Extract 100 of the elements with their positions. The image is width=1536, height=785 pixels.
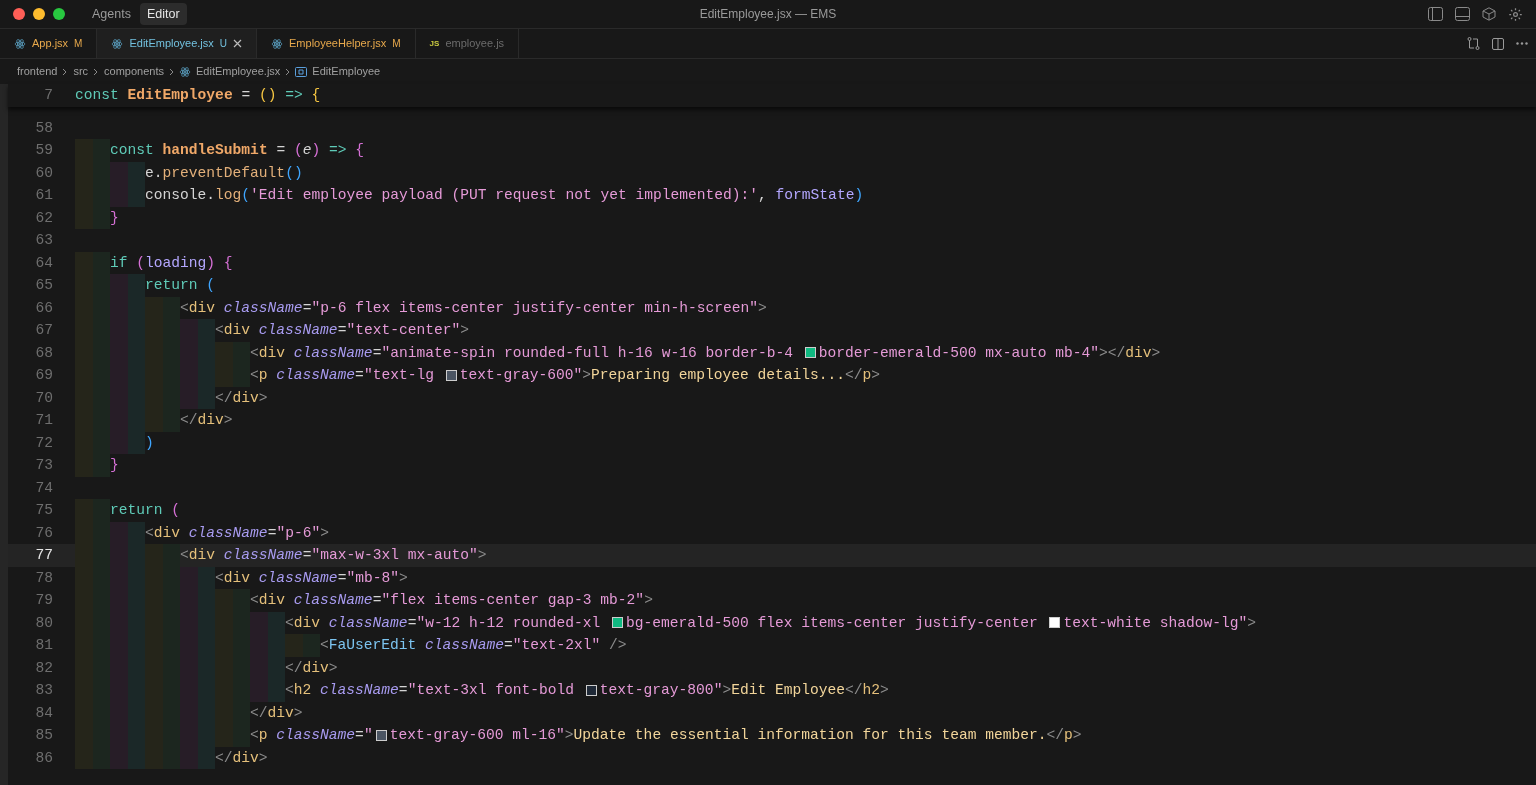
code-text: return ( (110, 501, 181, 520)
code-text: </div> (215, 748, 268, 768)
line-number: 72 (34, 433, 53, 453)
code-text: <div className="p-6"> (145, 523, 329, 543)
chevron-right-icon (93, 67, 100, 76)
react-icon (111, 37, 124, 50)
split-editor-icon[interactable] (1492, 37, 1504, 50)
code-text: text-gray-800">Edit Employee</h2> (599, 681, 889, 700)
code-text: } (110, 208, 119, 228)
chevron-right-icon (285, 67, 292, 76)
minimize-window-button[interactable] (33, 8, 45, 20)
line-number: 7 (43, 86, 53, 105)
line-number: 62 (34, 208, 53, 228)
compare-changes-icon[interactable] (1467, 37, 1480, 50)
js-file-icon: JS (429, 37, 440, 50)
code-text: bg-emerald-500 flex items-center justify-center (626, 613, 1039, 633)
code-text: console.log('Edit employee payload (PUT request not yet implemented):', formState) (145, 186, 864, 205)
code-text: </div> (180, 411, 233, 430)
zoom-window-button[interactable] (53, 8, 65, 20)
close-window-button[interactable] (13, 8, 25, 20)
code-text: <div className="w-12 h-12 rounded-xl (285, 613, 602, 633)
breadcrumb-item[interactable]: src (72, 63, 90, 80)
file-tab[interactable]: EditEmployee.jsx U (97, 29, 258, 58)
code-text: ) (145, 433, 154, 453)
breadcrumb-item[interactable]: frontend (16, 63, 59, 80)
window-title: EditEmployee.jsx — EMS (699, 6, 837, 23)
chevron-right-icon (169, 67, 175, 76)
code-text: <div className="flex items-center gap-3 mb-2"> (250, 591, 653, 610)
code-text: text-gray-600">Preparing employee details...</p> (459, 366, 881, 385)
line-number: 66 (34, 298, 53, 318)
code-text: <div className="p-6 flex items-center justify-center min-h-screen"> (180, 298, 767, 318)
line-number: 79 (34, 591, 53, 610)
line-number: 75 (34, 501, 53, 520)
code-text: <FaUserEdit className="text-2xl" /> (320, 636, 627, 655)
line-number: 82 (34, 658, 53, 678)
line-number: 64 (34, 253, 53, 273)
line-number: 60 (34, 163, 53, 183)
code-text: text-gray-600 ml-16">Update the essential information for this team member.</p> (389, 726, 1082, 745)
line-number: 58 (34, 118, 53, 138)
code-text: e.preventDefault() (145, 163, 303, 183)
tab-label: App.jsx (32, 36, 69, 52)
tab-label: employee.js (445, 36, 505, 52)
code-text: if (loading) { (110, 253, 233, 273)
line-number: 77 (34, 546, 53, 565)
line-number: 84 (34, 703, 53, 723)
line-number: 63 (34, 231, 53, 250)
code-text: return ( (145, 276, 216, 295)
line-number: 70 (34, 388, 53, 408)
breadcrumb-item[interactable]: EditEmployee (311, 63, 382, 80)
line-number: 69 (34, 366, 53, 385)
line-number: 80 (34, 613, 53, 633)
code-text: <h2 className="text-3xl font-bold (285, 681, 576, 700)
line-number: 86 (34, 748, 53, 768)
more-icon[interactable] (1516, 42, 1528, 45)
line-number: 59 (34, 141, 53, 160)
code-text: <div className="animate-spin rounded-full h-16 w-16 border-b-4 (250, 343, 794, 363)
react-icon (179, 65, 191, 78)
code-text: </div> (250, 703, 303, 723)
line-number: 65 (34, 276, 53, 295)
line-number: 73 (34, 456, 53, 475)
line-number: 85 (34, 726, 53, 745)
code-text: <div className="mb-8"> (215, 568, 408, 588)
line-number: 74 (34, 478, 53, 498)
panel-icon[interactable] (1455, 7, 1470, 21)
sidebar-icon[interactable] (1428, 7, 1443, 21)
breadcrumb-item[interactable]: EditEmployee.jsx (195, 63, 282, 80)
code-text: border-emerald-500 mx-auto mb-4"></div> (818, 343, 1161, 363)
symbol-icon (295, 66, 308, 77)
chevron-right-icon (62, 67, 69, 76)
settings-icon[interactable] (1508, 6, 1523, 22)
code-text: text-white shadow-lg"> (1063, 613, 1257, 633)
mode-tab[interactable]: Editor (139, 2, 187, 26)
line-number: 78 (34, 568, 53, 588)
git-status-letter: M (392, 37, 401, 51)
code-text: <div className="max-w-3xl mx-auto"> (180, 546, 487, 565)
code-text: <p className="text-lg (250, 366, 435, 385)
code-text: } (110, 456, 119, 475)
tab-label: EmployeeHelper.jsx (289, 36, 387, 52)
react-icon (271, 37, 284, 50)
code-text: const EditEmployee = () => { (75, 86, 321, 105)
line-number: 68 (34, 343, 53, 363)
code-text: </div> (285, 658, 338, 678)
git-status-letter: M (74, 37, 83, 51)
mode-tab[interactable]: Agents (85, 2, 138, 26)
code-text: </div> (215, 388, 268, 408)
line-number: 76 (34, 523, 53, 543)
react-icon (14, 37, 26, 50)
line-number: 81 (34, 636, 53, 655)
code-text: <p className=" (250, 726, 373, 745)
code-text: const handleSubmit = (e) => { (110, 141, 364, 160)
git-status-letter: U (219, 37, 228, 51)
cube-icon[interactable] (1482, 7, 1496, 21)
line-number: 83 (34, 681, 53, 700)
breadcrumb-item[interactable]: components (103, 63, 165, 80)
line-number: 67 (34, 321, 53, 340)
tab-label: EditEmployee.jsx (129, 36, 214, 52)
line-number: 71 (34, 411, 53, 430)
line-number: 61 (34, 186, 53, 205)
code-text: <div className="text-center"> (215, 321, 469, 340)
close-icon[interactable] (233, 39, 243, 48)
